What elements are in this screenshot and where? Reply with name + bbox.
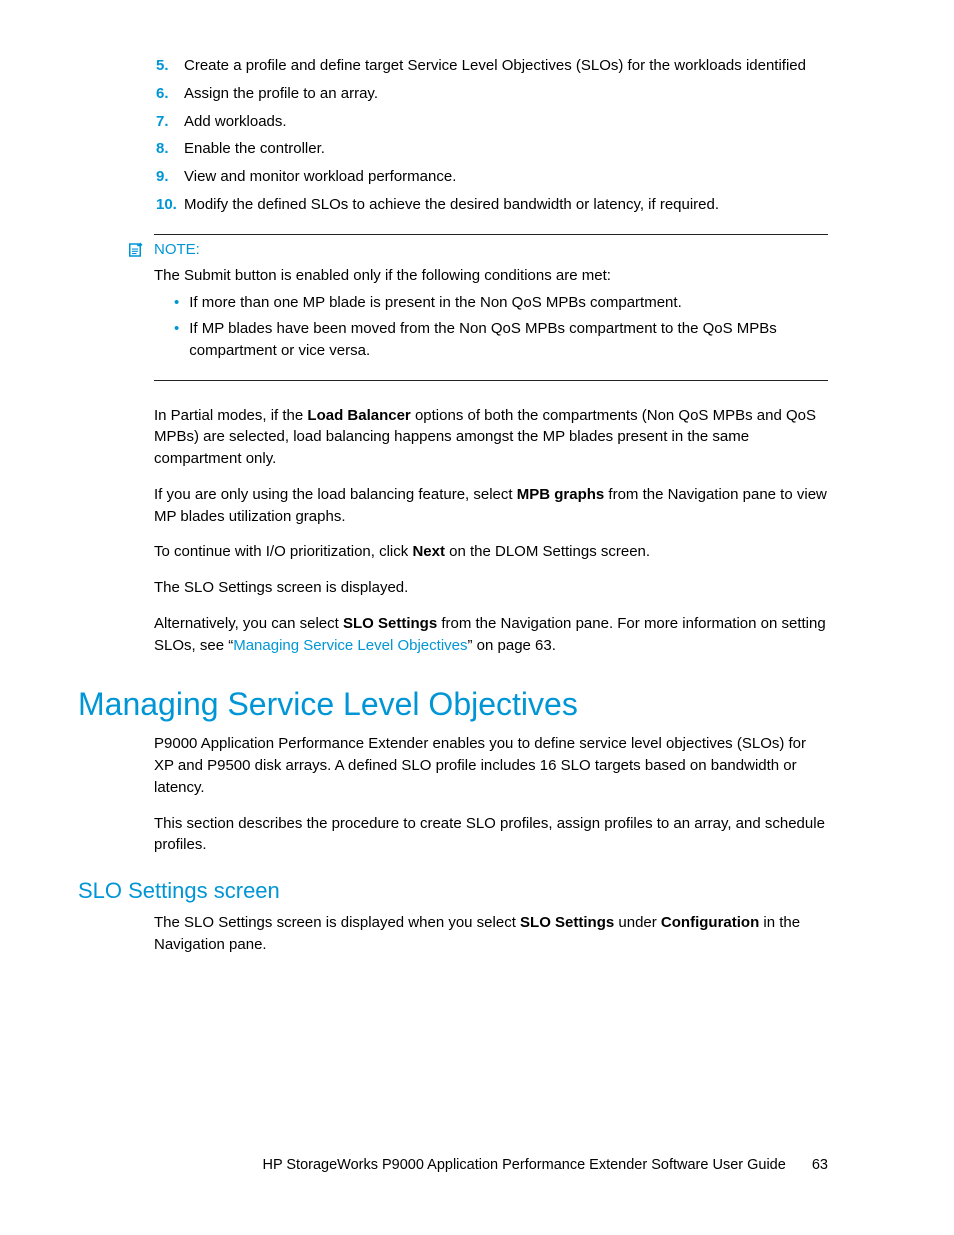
list-text: Enable the controller. bbox=[184, 138, 828, 160]
text-bold: SLO Settings bbox=[520, 914, 614, 931]
paragraph: Alternatively, you can select SLO Settin… bbox=[154, 613, 828, 657]
list-text: View and monitor workload performance. bbox=[184, 166, 828, 188]
bullet-item: • If more than one MP blade is present i… bbox=[174, 292, 828, 314]
text-run: The SLO Settings screen is displayed whe… bbox=[154, 914, 520, 931]
note-icon bbox=[126, 241, 144, 259]
list-number: 5. bbox=[156, 55, 184, 77]
note-bullets: • If more than one MP blade is present i… bbox=[174, 292, 828, 361]
list-number: 6. bbox=[156, 83, 184, 105]
paragraph: In Partial modes, if the Load Balancer o… bbox=[154, 405, 828, 470]
list-item: 8. Enable the controller. bbox=[156, 138, 828, 160]
text-bold: Next bbox=[412, 543, 445, 560]
list-number: 8. bbox=[156, 138, 184, 160]
page-footer: HP StorageWorks P9000 Application Perfor… bbox=[262, 1157, 828, 1173]
heading-2: SLO Settings screen bbox=[78, 878, 828, 904]
text-bold: MPB graphs bbox=[517, 486, 605, 503]
list-text: Modify the defined SLOs to achieve the d… bbox=[184, 194, 828, 216]
list-text: Create a profile and define target Servi… bbox=[184, 55, 828, 77]
paragraph: The SLO Settings screen is displayed. bbox=[154, 577, 828, 599]
bullet-text: If MP blades have been moved from the No… bbox=[189, 318, 828, 362]
note-rule-top bbox=[154, 234, 828, 235]
ordered-list: 5. Create a profile and define target Se… bbox=[156, 55, 828, 216]
list-item: 10. Modify the defined SLOs to achieve t… bbox=[156, 194, 828, 216]
document-page: 5. Create a profile and define target Se… bbox=[0, 0, 954, 1235]
list-text: Add workloads. bbox=[184, 111, 828, 133]
text-run: ” on page 63. bbox=[468, 637, 556, 654]
list-number: 7. bbox=[156, 111, 184, 133]
list-item: 5. Create a profile and define target Se… bbox=[156, 55, 828, 77]
cross-reference-link[interactable]: Managing Service Level Objectives bbox=[233, 637, 467, 654]
list-text: Assign the profile to an array. bbox=[184, 83, 828, 105]
note-header: NOTE: bbox=[126, 241, 828, 259]
paragraph: This section describes the procedure to … bbox=[154, 813, 828, 857]
text-run: under bbox=[614, 914, 661, 931]
text-run: In Partial modes, if the bbox=[154, 407, 307, 424]
list-item: 9. View and monitor workload performance… bbox=[156, 166, 828, 188]
paragraph: P9000 Application Performance Extender e… bbox=[154, 733, 828, 798]
paragraph: If you are only using the load balancing… bbox=[154, 484, 828, 528]
text-bold: Configuration bbox=[661, 914, 759, 931]
text-run: To continue with I/O prioritization, cli… bbox=[154, 543, 412, 560]
list-item: 6. Assign the profile to an array. bbox=[156, 83, 828, 105]
note-rule-bottom bbox=[154, 380, 828, 381]
page-number: 63 bbox=[812, 1157, 828, 1173]
bullet-text: If more than one MP blade is present in … bbox=[189, 292, 681, 314]
bullet-icon: • bbox=[174, 292, 179, 314]
text-run: on the DLOM Settings screen. bbox=[445, 543, 650, 560]
text-run: If you are only using the load balancing… bbox=[154, 486, 517, 503]
footer-title: HP StorageWorks P9000 Application Perfor… bbox=[262, 1157, 785, 1173]
list-number: 9. bbox=[156, 166, 184, 188]
note-intro: The Submit button is enabled only if the… bbox=[154, 265, 828, 287]
paragraph: The SLO Settings screen is displayed whe… bbox=[154, 912, 828, 956]
paragraph: To continue with I/O prioritization, cli… bbox=[154, 541, 828, 563]
heading-1: Managing Service Level Objectives bbox=[78, 686, 828, 723]
note-label: NOTE: bbox=[154, 241, 200, 258]
bullet-icon: • bbox=[174, 318, 179, 362]
note-block: NOTE: The Submit button is enabled only … bbox=[154, 234, 828, 381]
text-run: Alternatively, you can select bbox=[154, 615, 343, 632]
list-number: 10. bbox=[156, 194, 184, 216]
list-item: 7. Add workloads. bbox=[156, 111, 828, 133]
text-bold: SLO Settings bbox=[343, 615, 437, 632]
bullet-item: • If MP blades have been moved from the … bbox=[174, 318, 828, 362]
text-bold: Load Balancer bbox=[307, 407, 410, 424]
